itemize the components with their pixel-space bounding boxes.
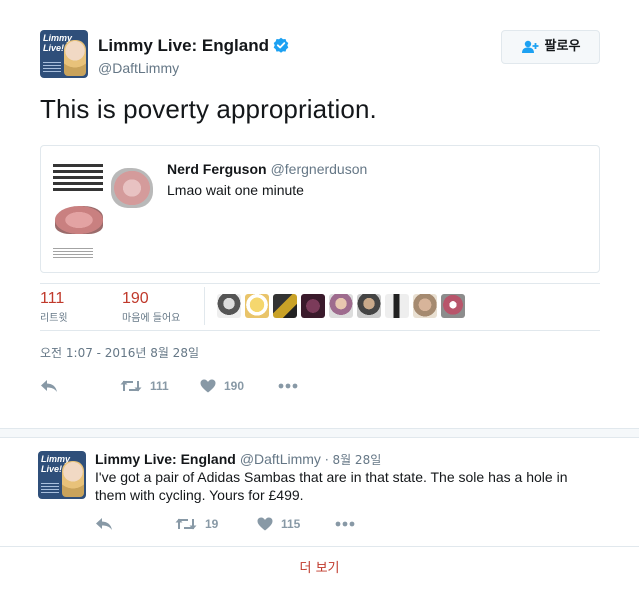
like-count: 115: [281, 517, 301, 531]
reply-button[interactable]: [95, 517, 175, 531]
liker-avatar[interactable]: [217, 294, 241, 318]
divider: [40, 330, 600, 331]
author-name-text: Limmy Live: England: [98, 36, 269, 55]
main-tweet: Limmy Live! Limmy Live: England @DaftLim…: [0, 0, 639, 428]
retweet-stat-label: 리트윗: [40, 313, 68, 324]
more-dots-icon: [335, 521, 355, 527]
author-handle[interactable]: @DaftLimmy: [98, 59, 179, 77]
liker-avatar[interactable]: [329, 294, 353, 318]
verified-badge-icon: [273, 37, 289, 53]
liker-avatar[interactable]: [413, 294, 437, 318]
liker-avatars: [217, 294, 465, 320]
heart-icon: [200, 379, 216, 393]
tweet-timestamp[interactable]: 오전 1:07 - 2016년 8월 28일: [40, 345, 199, 361]
like-button[interactable]: 115: [257, 517, 335, 531]
like-count: 190: [224, 379, 245, 393]
liker-avatar[interactable]: [245, 294, 269, 318]
shoe-photo: [55, 206, 103, 234]
avatar[interactable]: Limmy Live!: [40, 30, 88, 78]
heart-icon: [257, 517, 273, 531]
reply-text: I've got a pair of Adidas Sambas that ar…: [95, 469, 568, 503]
quote-author[interactable]: Nerd Ferguson @fergnerduson: [167, 160, 367, 178]
retweet-button[interactable]: 111: [120, 379, 200, 393]
reply-icon: [41, 380, 57, 392]
shoe-image[interactable]: [51, 156, 161, 264]
section-separator: [0, 428, 639, 438]
like-button[interactable]: 190: [200, 379, 278, 393]
like-stat-count: 190: [122, 290, 149, 307]
add-user-icon: [521, 40, 539, 53]
retweet-icon: [120, 380, 142, 392]
image-caption: [53, 248, 93, 258]
quote-text: Lmao wait one minute: [167, 182, 304, 198]
show-more-link[interactable]: 더 보기: [0, 561, 639, 577]
quote-author-name: Nerd Ferguson: [167, 161, 267, 177]
reply-tweet[interactable]: Limmy Live! Limmy Live: England @DaftLimm…: [0, 438, 639, 546]
liker-avatar[interactable]: [385, 294, 409, 318]
more-button[interactable]: [335, 521, 355, 527]
reply-action-bar: 19 115: [95, 514, 355, 534]
reply-button[interactable]: [40, 379, 120, 393]
retweet-button[interactable]: 19: [175, 517, 257, 531]
retweet-count: 111: [150, 379, 169, 393]
like-stat[interactable]: 190 마음에 들어요: [122, 290, 180, 326]
liker-avatar[interactable]: [441, 294, 465, 318]
follow-label: 팔로우: [544, 39, 581, 54]
author-name[interactable]: Limmy Live: England: [98, 36, 289, 56]
action-bar: 111 190: [40, 376, 298, 396]
quote-author-handle: @fergnerduson: [270, 161, 368, 177]
divider: [0, 546, 639, 547]
retweet-icon: [175, 518, 197, 530]
stat-separator: [204, 287, 205, 325]
avatar-photo: [62, 461, 84, 497]
avatar[interactable]: Limmy Live!: [38, 451, 86, 499]
more-button[interactable]: [278, 383, 298, 389]
image-text-block: [53, 164, 103, 194]
liker-avatar[interactable]: [273, 294, 297, 318]
quoted-tweet[interactable]: Nerd Ferguson @fergnerduson Lmao wait one…: [40, 145, 600, 273]
follow-button[interactable]: 팔로우: [501, 30, 600, 64]
like-stat-label: 마음에 들어요: [122, 313, 181, 324]
avatar-caption: [43, 62, 61, 74]
divider: [40, 283, 600, 284]
reply-author-name[interactable]: Limmy Live: England: [95, 451, 236, 467]
liker-avatar[interactable]: [357, 294, 381, 318]
retweet-stat[interactable]: 111 리트윗: [40, 290, 68, 326]
tweet-text: This is poverty appropriation.: [40, 94, 377, 124]
avatar-caption: [41, 483, 59, 495]
retweet-stat-count: 111: [40, 290, 65, 307]
reply-author-handle[interactable]: @DaftLimmy: [240, 451, 321, 467]
more-dots-icon: [278, 383, 298, 389]
reply-icon: [96, 518, 112, 530]
liker-avatar[interactable]: [301, 294, 325, 318]
reply-date[interactable]: · 8월 28일: [325, 453, 381, 467]
retweet-count: 19: [205, 517, 219, 531]
avatar-photo: [64, 40, 86, 76]
reply-header: Limmy Live: England @DaftLimmy · 8월 28일: [95, 450, 381, 469]
shoe-photo: [111, 168, 153, 208]
